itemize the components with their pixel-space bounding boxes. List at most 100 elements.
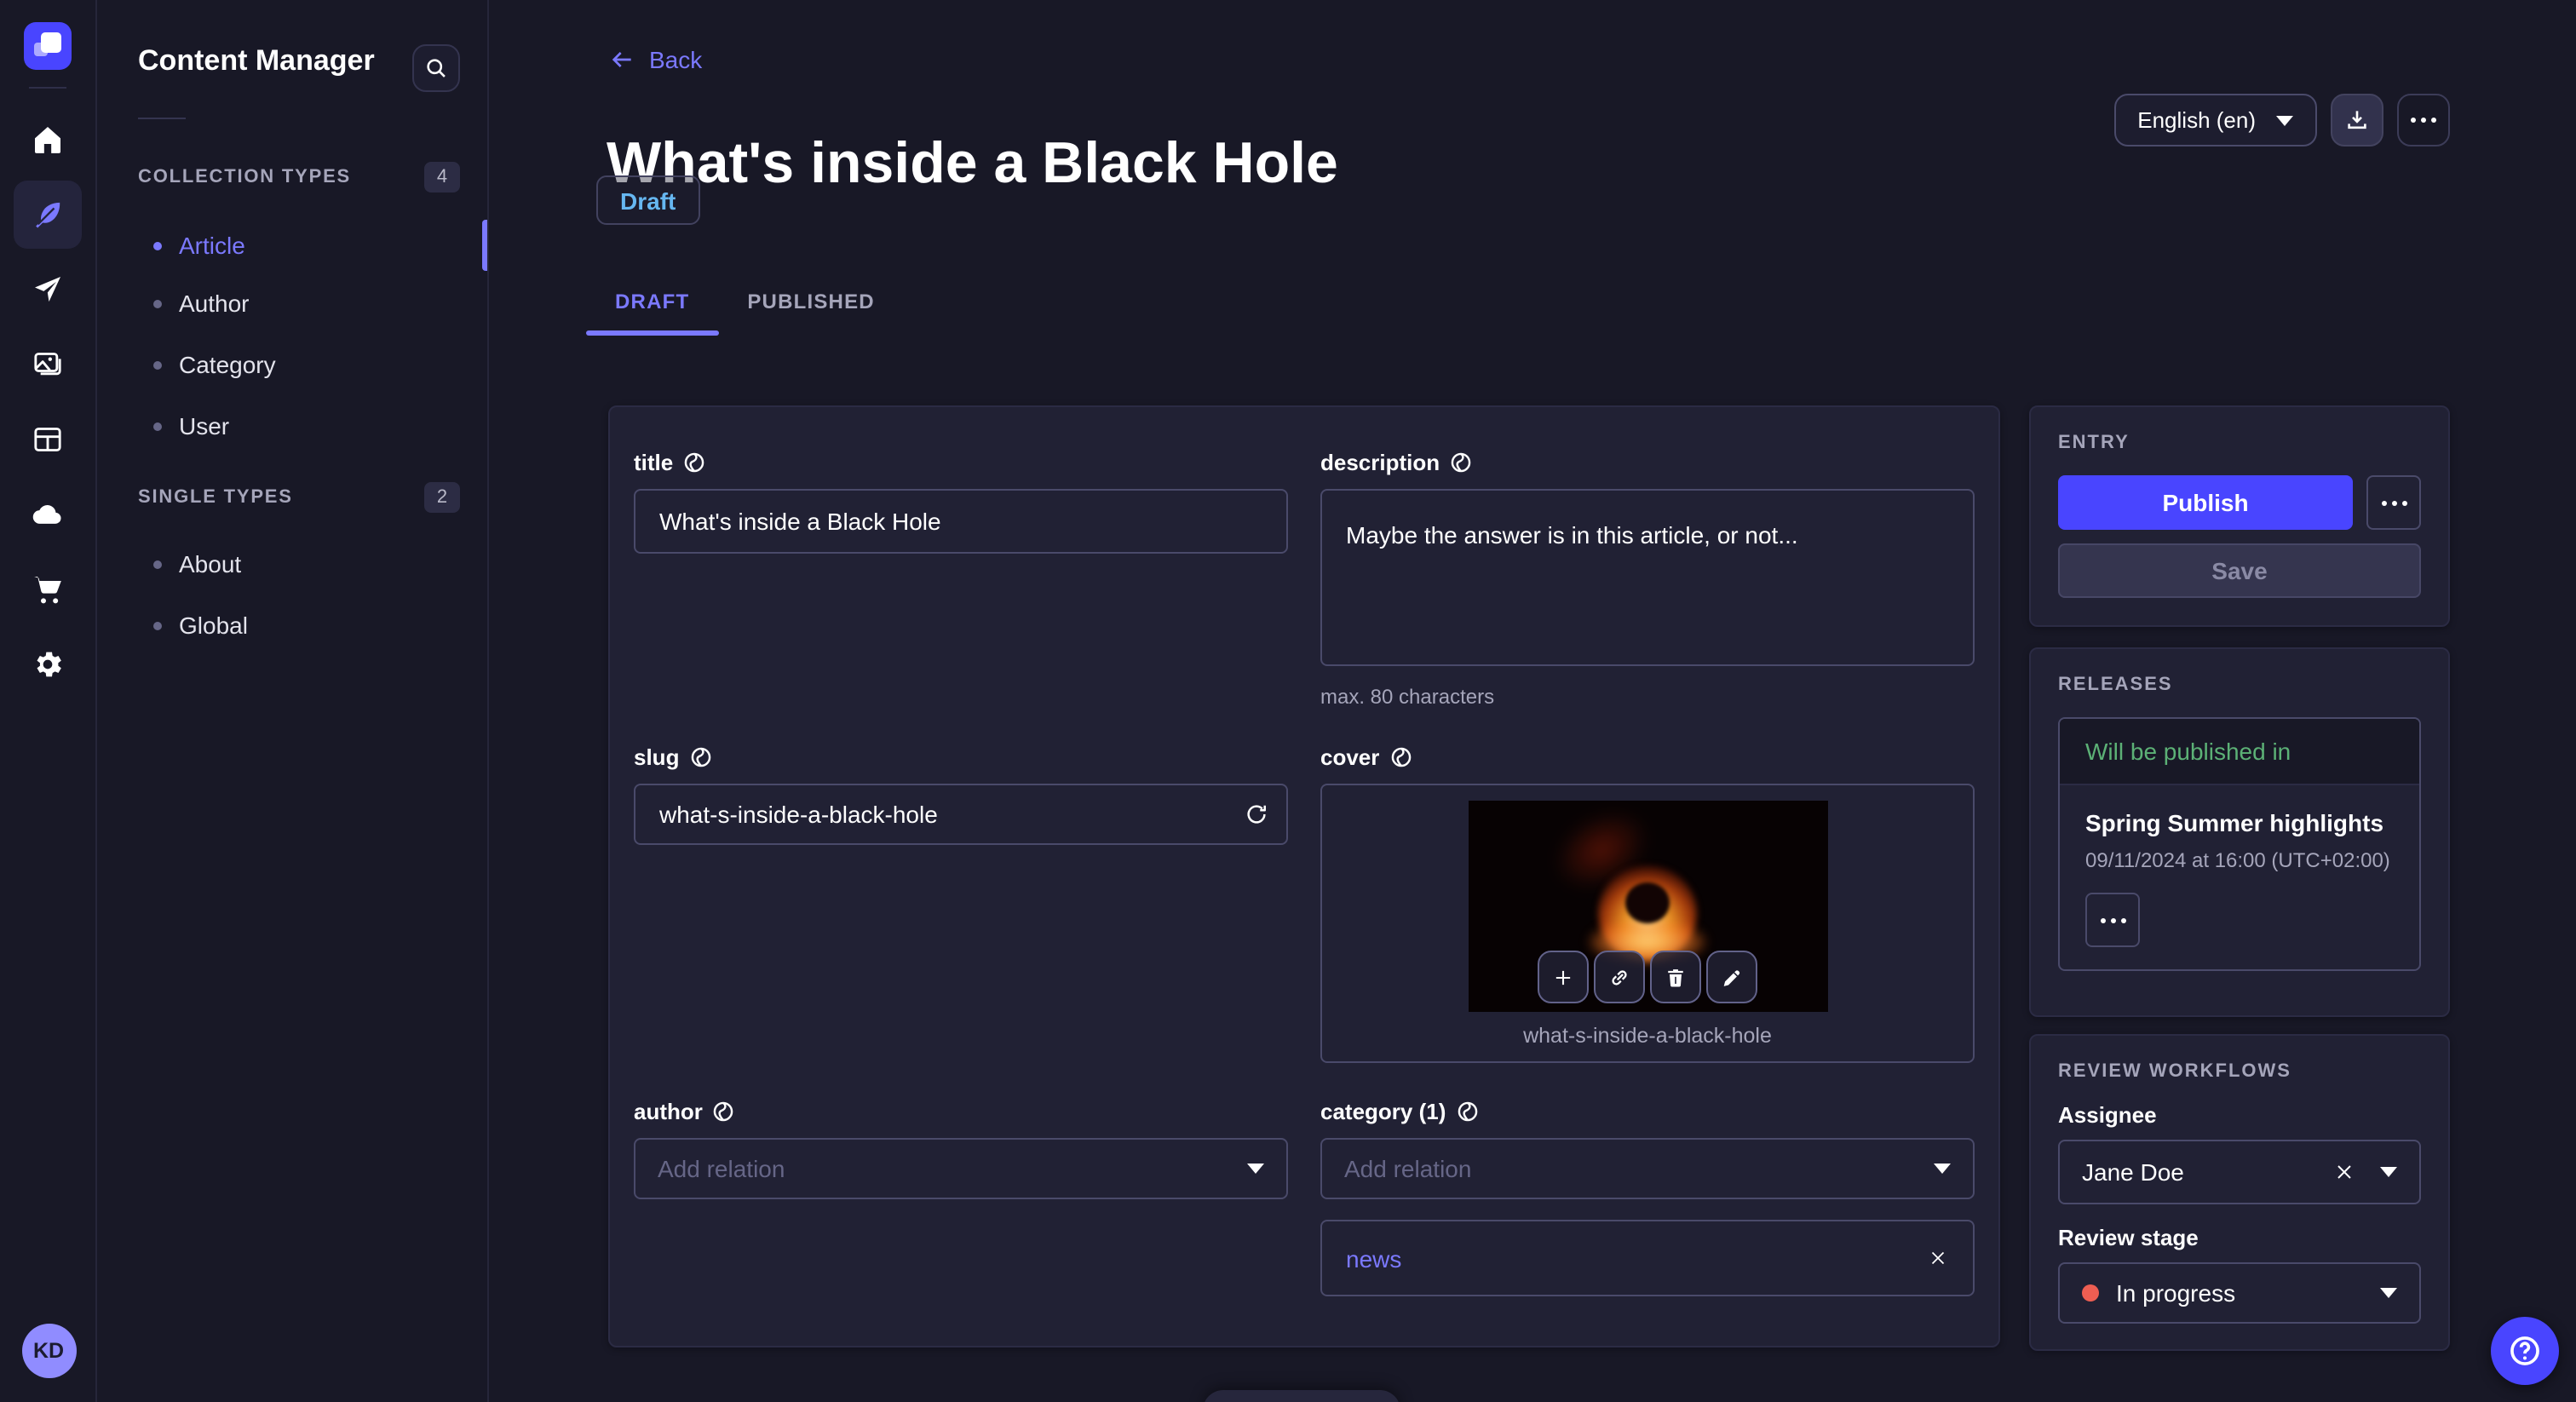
download-icon [2344,107,2370,133]
sidebar-item-global[interactable]: Global [97,596,489,654]
release-name: Spring Summer highlights [2085,809,2384,836]
black-hole-shadow [1624,882,1669,923]
arrow-left-icon [608,46,635,73]
field-label-text: author [634,1099,703,1124]
entry-form-card: title description Maybe the answer is in… [608,405,2000,1347]
sidebar-item-label: User [179,412,230,440]
release-item: Will be published in Spring Summer highl… [2058,717,2421,971]
locale-select[interactable]: English (en) [2113,94,2317,147]
ellipsis-icon [2381,500,2406,505]
cover-edit-button[interactable] [1706,951,1757,1003]
entry-actions: Publish [2058,475,2421,530]
slug-input[interactable] [634,784,1288,845]
field-description-label: description [1320,450,1975,475]
chevron-down-icon [1934,1164,1951,1174]
sidebar-title: Content Manager [138,44,375,77]
author-relation-select[interactable]: Add relation [634,1138,1288,1199]
sidebar-item-label: Article [179,232,245,259]
collection-types-heading: COLLECTION TYPES 4 [138,162,460,192]
sidebar-item-label: About [179,550,242,577]
category-relation-item: news [1320,1220,1975,1296]
download-button[interactable] [2331,94,2383,147]
category-relation-select[interactable]: Add relation [1320,1138,1975,1199]
bullet-icon [153,422,162,430]
help-button[interactable] [2491,1317,2559,1385]
cover-actions [1538,951,1757,1003]
collapsed-component-pill[interactable] [1203,1390,1400,1402]
page-title: What's inside a Black Hole [607,130,1338,196]
tab-draft[interactable]: DRAFT [586,269,718,336]
assignee-combobox[interactable]: Jane Doe [2058,1140,2421,1204]
nav-content-manager-button[interactable] [14,181,82,249]
user-avatar[interactable]: KD [21,1324,76,1378]
sidebar-item-label: Category [179,351,276,378]
regenerate-slug-button[interactable] [1244,802,1269,827]
sidebar-item-label: Author [179,290,250,317]
category-placeholder: Add relation [1344,1155,1472,1182]
globe-icon [1450,451,1472,474]
search-button[interactable] [412,44,460,92]
ellipsis-icon [2100,917,2125,922]
title-input[interactable] [634,489,1288,554]
app-window: KD Content Manager COLLECTION TYPES 4 Ar… [0,0,2576,1402]
sidebar-item-label: Global [179,612,248,639]
slug-input-wrap [634,784,1288,845]
sidebar-item-author[interactable]: Author [97,274,489,332]
review-workflows-panel: REVIEW WORKFLOWS Assignee Jane Doe Revie… [2029,1034,2450,1351]
chevron-down-icon [1247,1164,1264,1174]
release-more-button[interactable] [2085,893,2140,947]
review-panel-title: REVIEW WORKFLOWS [2058,1061,2291,1082]
sidebar-divider [138,118,186,119]
field-title: title [634,450,1288,709]
rail-divider [29,87,66,89]
remove-relation-icon[interactable] [1927,1247,1949,1269]
locale-value: English (en) [2137,107,2256,133]
nav-deploy-button[interactable] [14,256,82,324]
sidebar-item-about[interactable]: About [97,535,489,593]
entry-panel: ENTRY Publish Save [2029,405,2450,627]
nav-marketplace-button[interactable] [14,555,82,623]
tab-published[interactable]: PUBLISHED [718,269,904,334]
header-more-button[interactable] [2397,94,2450,147]
category-news-link[interactable]: news [1346,1244,1927,1272]
bullet-icon [153,299,162,307]
sidebar-item-article[interactable]: Article [97,216,489,274]
nav-home-button[interactable] [14,106,82,174]
field-category: category (1) Add relation news [1320,1099,1975,1296]
release-body: Spring Summer highlights 09/11/2024 at 1… [2060,785,2419,969]
feather-quill-icon [31,198,65,232]
save-button[interactable]: Save [2058,543,2421,598]
nav-cloud-button[interactable] [14,480,82,549]
field-label-text: title [634,450,674,475]
sidebar-item-user[interactable]: User [97,397,489,455]
field-title-label: title [634,450,1288,475]
cover-add-button[interactable] [1538,951,1589,1003]
strapi-logo-mark-2 [34,43,48,56]
field-label-text: description [1320,450,1440,475]
status-badge: Draft [596,175,700,225]
assignee-label: Assignee [2058,1102,2157,1128]
question-circle-icon [2506,1332,2544,1370]
review-stage-combobox[interactable]: In progress [2058,1262,2421,1324]
strapi-logo[interactable] [24,22,72,70]
description-textarea[interactable]: Maybe the answer is in this article, or … [1320,489,1975,666]
stage-status-dot [2082,1284,2099,1301]
globe-icon [1389,746,1412,768]
entry-more-button[interactable] [2366,475,2421,530]
collection-types-count-badge: 4 [424,162,460,192]
nav-content-type-builder-button[interactable] [14,405,82,474]
shopping-cart-icon [31,572,65,606]
cover-link-button[interactable] [1594,951,1645,1003]
stage-value: In progress [2116,1279,2236,1307]
nav-media-library-button[interactable] [14,330,82,399]
field-category-label: category (1) [1320,1099,1975,1124]
sidebar-item-category[interactable]: Category [97,336,489,394]
cover-delete-button[interactable] [1650,951,1701,1003]
publish-button[interactable]: Publish [2058,475,2353,530]
nav-settings-button[interactable] [14,630,82,698]
review-stage-label: Review stage [2058,1225,2199,1250]
clear-assignee-icon[interactable] [2332,1160,2356,1184]
cloud-icon [31,497,65,531]
cover-media-box: what-s-inside-a-black-hole [1320,784,1975,1063]
back-link[interactable]: Back [608,46,702,73]
